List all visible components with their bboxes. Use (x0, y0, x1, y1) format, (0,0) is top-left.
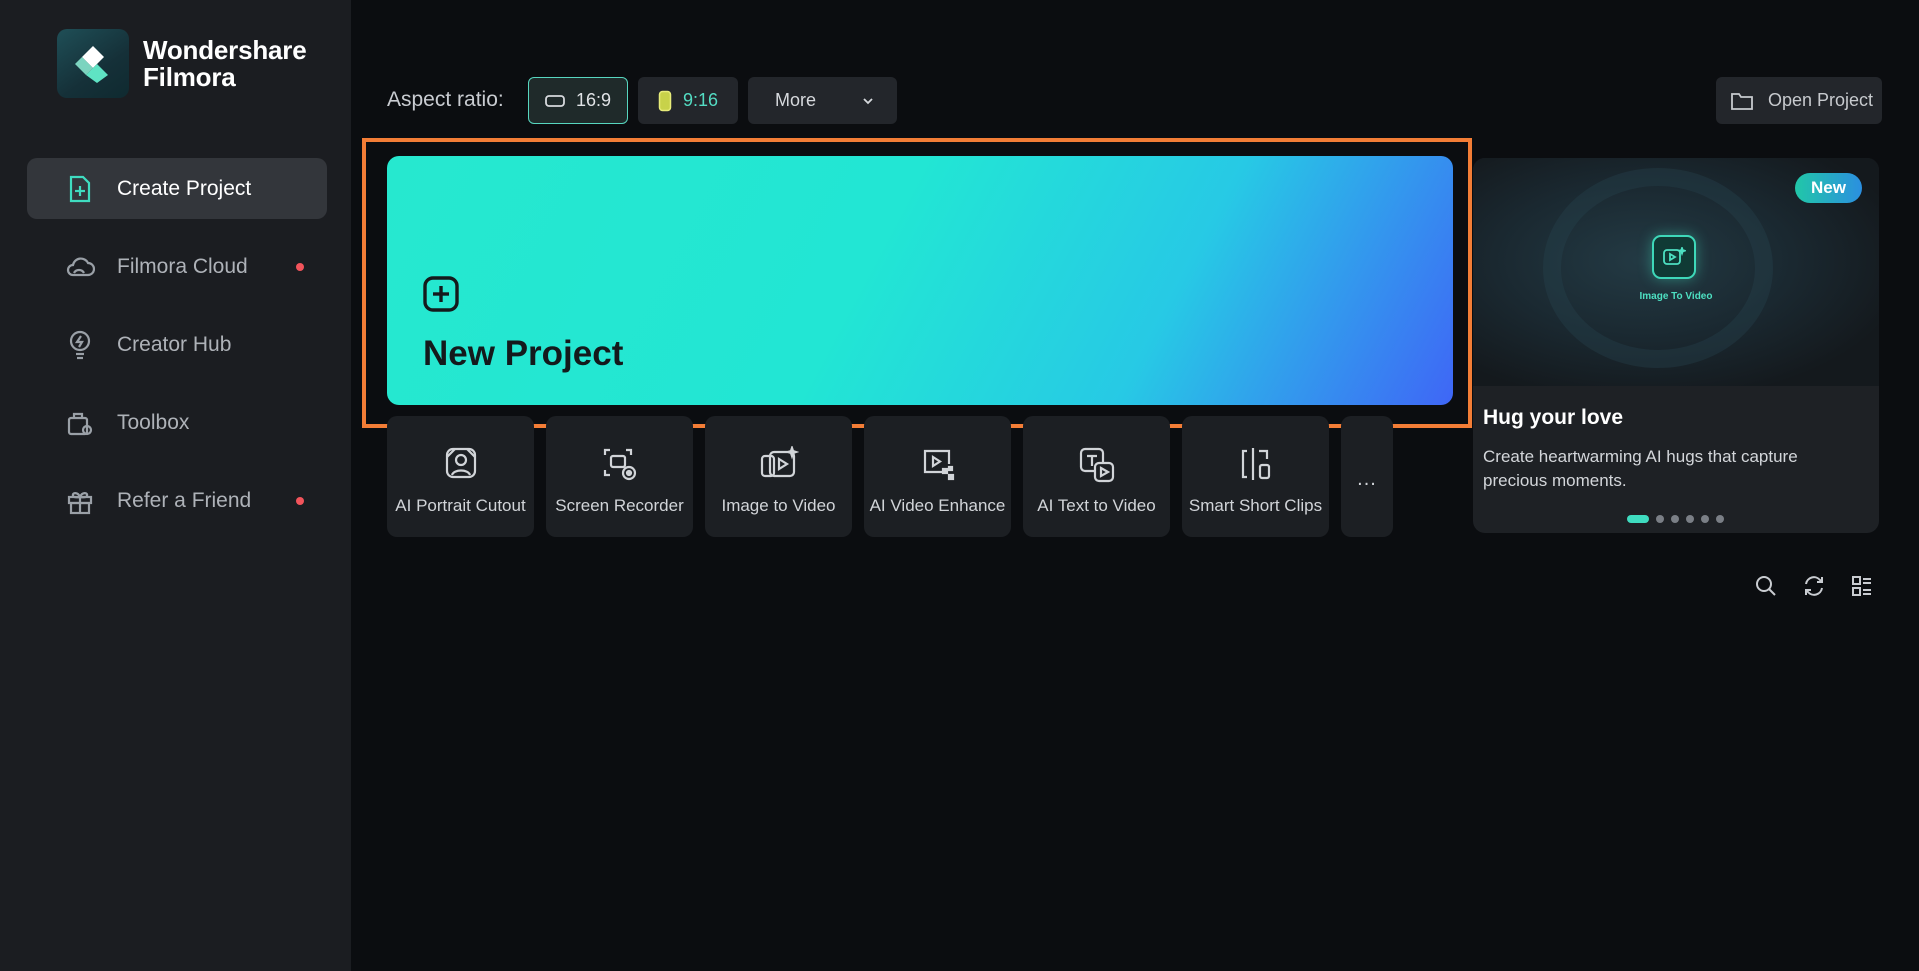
tool-label: Smart Short Clips (1188, 496, 1323, 515)
lightbulb-icon (65, 330, 95, 360)
aspect-ratio-9-16-button[interactable]: 9:16 (638, 77, 738, 124)
portrait-cutout-icon (387, 446, 534, 480)
more-label: More (775, 90, 817, 110)
brand-line-1: Wondershare (143, 34, 307, 65)
tool-label: AI Video Enhance (869, 496, 1006, 515)
text-to-video-icon (1023, 446, 1170, 484)
portrait-ratio-icon (658, 90, 672, 112)
aspect-ratio-16-9-button[interactable]: 16:9 (528, 77, 628, 124)
promo-banner[interactable]: Image To Video New Hug your love Create … (1473, 158, 1879, 533)
toolbox-icon (65, 408, 95, 438)
tool-image-to-video[interactable]: Image to Video (705, 416, 852, 537)
list-view-icon (1850, 574, 1874, 603)
sidebar-item-creator-hub[interactable]: Creator Hub (27, 314, 327, 375)
screen-recorder-icon (546, 446, 693, 482)
more-ratios-dropdown[interactable]: More (748, 77, 897, 124)
tool-ai-video-enhance[interactable]: AI Video Enhance (864, 416, 1011, 537)
search-icon (1754, 574, 1778, 603)
search-button[interactable] (1752, 574, 1780, 602)
brand-name: Wondershare Filmora (143, 34, 307, 92)
sidebar-item-label: Refer a Friend (117, 488, 252, 512)
view-toggle-button[interactable] (1848, 574, 1876, 602)
hero-caption: Image To Video (1639, 291, 1713, 302)
sidebar: Wondershare Filmora Create Project Filmo… (0, 0, 351, 971)
sidebar-item-filmora-cloud[interactable]: Filmora Cloud (27, 236, 327, 297)
tool-screen-recorder[interactable]: Screen Recorder (546, 416, 693, 537)
tool-label: AI Portrait Cutout (395, 496, 526, 515)
ratio-16-9-label: 16:9 (575, 90, 612, 110)
sidebar-item-label: Toolbox (117, 410, 190, 434)
chevron-down-icon (861, 92, 875, 113)
short-clips-icon (1182, 446, 1329, 482)
sidebar-item-label: Filmora Cloud (117, 254, 248, 278)
pager-dot[interactable] (1701, 515, 1709, 523)
brand-line-2: Filmora (143, 61, 236, 92)
folder-icon (1730, 91, 1754, 111)
sidebar-nav: Create Project Filmora Cloud Creator Hub (27, 158, 327, 548)
create-project-icon (65, 174, 95, 204)
open-project-label: Open Project (1768, 90, 1874, 110)
promo-description: Create heartwarming AI hugs that capture… (1483, 447, 1798, 490)
brand: Wondershare Filmora (57, 29, 307, 98)
gift-icon (65, 486, 95, 516)
notification-dot (296, 263, 304, 271)
filmora-logo-icon (57, 29, 129, 98)
pager-dot[interactable] (1656, 515, 1664, 523)
tool-ai-text-to-video[interactable]: AI Text to Video (1023, 416, 1170, 537)
promo-title: Hug your love (1483, 406, 1624, 429)
sidebar-item-toolbox[interactable]: Toolbox (27, 392, 327, 453)
cloud-icon (65, 252, 95, 282)
promo-pager (1627, 515, 1731, 523)
sidebar-item-label: Create Project (117, 176, 252, 200)
pager-dot[interactable] (1716, 515, 1724, 523)
notification-dot (296, 497, 304, 505)
filmora-start-screen: Wondershare Filmora Create Project Filmo… (0, 0, 1919, 971)
image-to-video-badge-icon (1652, 235, 1696, 279)
pager-dot-active[interactable] (1627, 515, 1649, 523)
new-project-label: New Project (423, 334, 624, 373)
refresh-icon (1802, 574, 1826, 603)
pager-dot[interactable] (1671, 515, 1679, 523)
image-to-video-icon (705, 446, 852, 482)
tool-label: AI Text to Video (1037, 496, 1156, 515)
aspect-ratio-label: Aspect ratio: (387, 88, 504, 111)
pager-dot[interactable] (1686, 515, 1694, 523)
new-badge: New (1795, 173, 1862, 203)
tool-label: Screen Recorder (555, 496, 684, 515)
tool-ai-portrait-cutout[interactable]: AI Portrait Cutout (387, 416, 534, 537)
open-project-button[interactable]: Open Project (1716, 77, 1882, 124)
video-enhance-icon (864, 446, 1011, 482)
plus-square-icon (423, 276, 459, 317)
new-project-card[interactable]: New Project (387, 156, 1453, 405)
more-dots-icon: ... (1357, 468, 1377, 490)
ratio-9-16-label: 9:16 (682, 90, 719, 110)
tool-smart-short-clips[interactable]: Smart Short Clips (1182, 416, 1329, 537)
landscape-ratio-icon (545, 94, 565, 108)
more-tools-button[interactable]: ... (1341, 416, 1393, 537)
tool-label: Image to Video (721, 496, 836, 515)
refresh-button[interactable] (1800, 574, 1828, 602)
sidebar-item-create-project[interactable]: Create Project (27, 158, 327, 219)
sidebar-item-label: Creator Hub (117, 332, 232, 356)
sidebar-item-refer-a-friend[interactable]: Refer a Friend (27, 470, 327, 531)
